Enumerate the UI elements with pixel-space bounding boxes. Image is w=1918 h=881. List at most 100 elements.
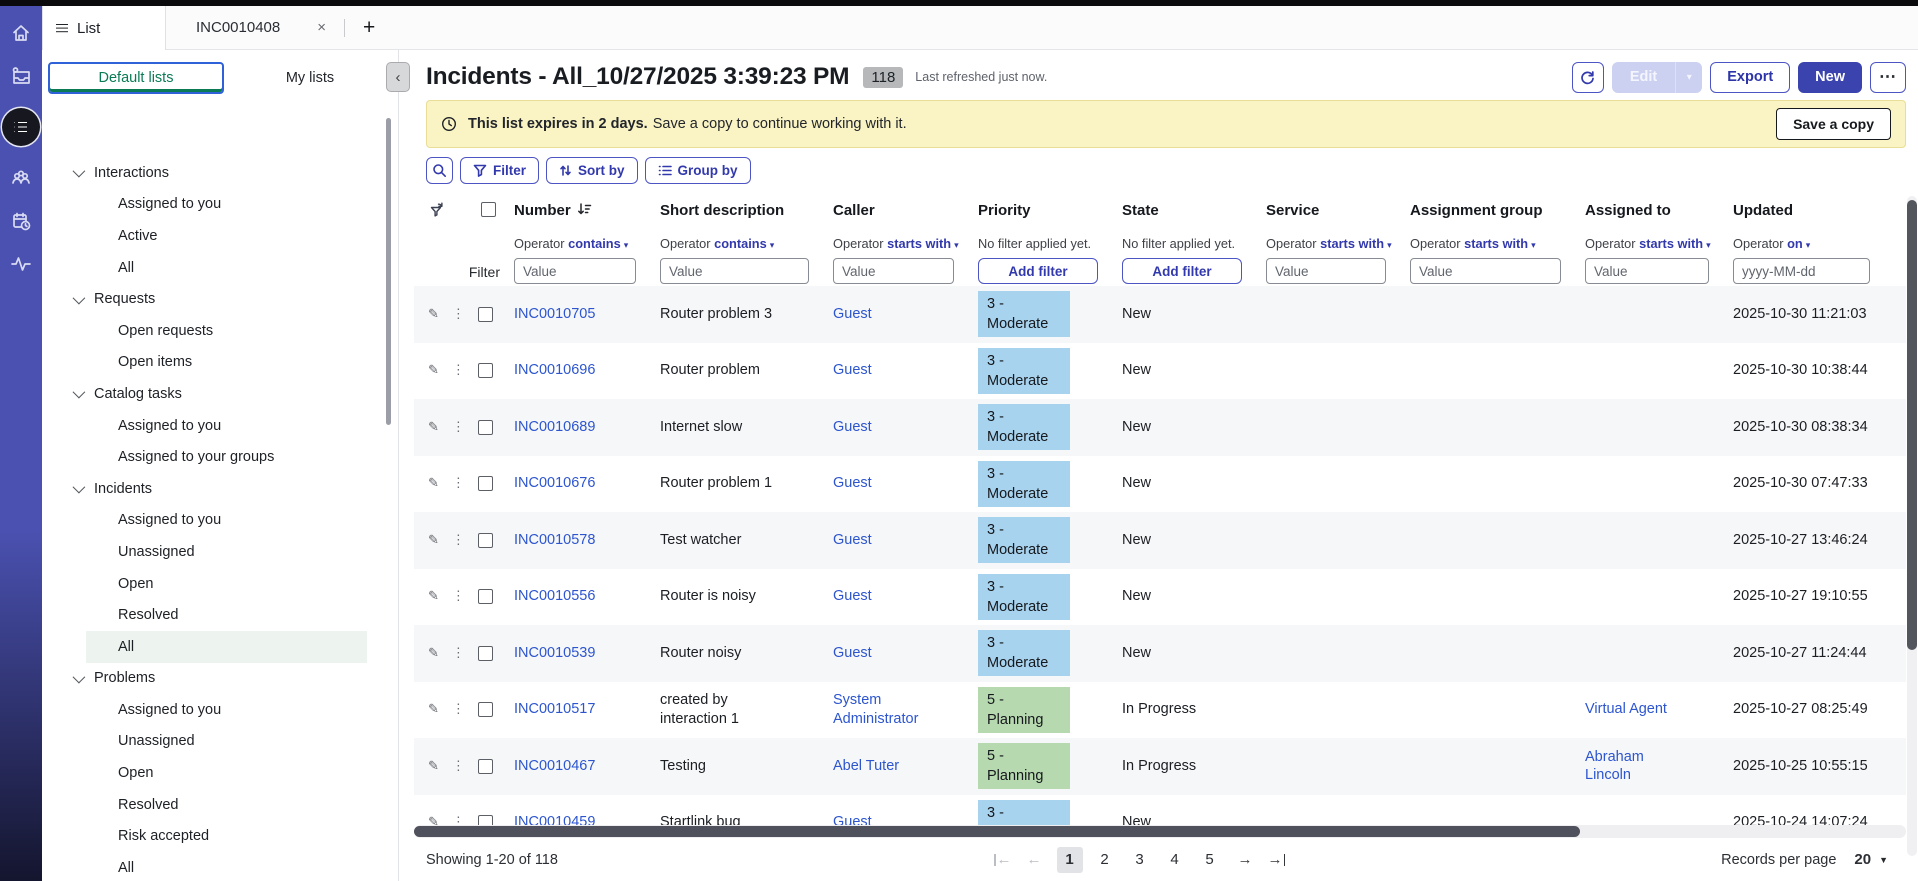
- row-menu-icon[interactable]: ⋮: [452, 362, 465, 379]
- incident-number-link[interactable]: INC0010705: [514, 305, 595, 324]
- last-page-icon[interactable]: →: [1268, 851, 1286, 868]
- operator-value[interactable]: starts with: [1320, 236, 1384, 251]
- incident-number-link[interactable]: INC0010459: [514, 813, 595, 825]
- select-all-checkbox[interactable]: [481, 202, 496, 217]
- edit-row-icon[interactable]: ✎: [428, 701, 439, 718]
- sidebar-tree-row[interactable]: All: [42, 630, 388, 663]
- row-checkbox[interactable]: [477, 363, 493, 379]
- row-checkbox[interactable]: [477, 532, 493, 548]
- assigned-to-link[interactable]: Abraham Lincoln: [1585, 748, 1685, 785]
- list-menu-icon-active[interactable]: [2, 108, 40, 146]
- sidebar-tree-row[interactable]: Interactions: [42, 157, 388, 189]
- sidebar-tree-row[interactable]: Unassigned: [42, 536, 388, 568]
- page-number[interactable]: 4: [1162, 847, 1188, 873]
- home-icon[interactable]: [10, 22, 32, 44]
- row-menu-icon[interactable]: ⋮: [452, 814, 465, 825]
- operator-value[interactable]: contains: [714, 236, 767, 251]
- row-menu-icon[interactable]: ⋮: [452, 419, 465, 436]
- sidebar-tree-row[interactable]: Incidents: [42, 473, 388, 505]
- row-checkbox[interactable]: [477, 702, 493, 718]
- incident-number-link[interactable]: INC0010689: [514, 418, 595, 437]
- records-per-page-select[interactable]: 20 ▼: [1854, 851, 1888, 868]
- schedule-icon[interactable]: [10, 210, 32, 232]
- service-filter-input[interactable]: [1266, 258, 1386, 284]
- group-by-button[interactable]: Group by: [644, 157, 751, 184]
- horizontal-scrollbar[interactable]: [414, 825, 1906, 838]
- caller-link[interactable]: Guest: [833, 305, 872, 324]
- incident-number-link[interactable]: INC0010517: [514, 700, 595, 719]
- operator-value[interactable]: contains: [568, 236, 621, 251]
- sidebar-tree-row[interactable]: Risk accepted: [42, 820, 388, 852]
- sidebar-tree-row[interactable]: Assigned to you: [42, 505, 388, 537]
- row-menu-icon[interactable]: ⋮: [452, 475, 465, 492]
- page-number[interactable]: 3: [1127, 847, 1153, 873]
- sort-by-button[interactable]: Sort by: [546, 157, 638, 184]
- assigned-to-filter-input[interactable]: [1585, 258, 1709, 284]
- assignment-group-filter-input[interactable]: [1410, 258, 1561, 284]
- operator-value[interactable]: starts with: [1639, 236, 1703, 251]
- next-page-icon[interactable]: →: [1238, 851, 1253, 868]
- updated-filter-input[interactable]: [1733, 258, 1870, 284]
- tab-my-lists[interactable]: My lists: [224, 62, 396, 94]
- edit-row-icon[interactable]: ✎: [428, 306, 439, 323]
- incident-number-link[interactable]: INC0010539: [514, 644, 595, 663]
- sidebar-tree-row[interactable]: Resolved: [42, 599, 388, 631]
- sidebar-tree-row[interactable]: Problems: [42, 663, 388, 695]
- sidebar-tree-row[interactable]: Assigned to your groups: [42, 441, 388, 473]
- vertical-scrollbar[interactable]: [1907, 196, 1917, 856]
- row-checkbox[interactable]: [477, 476, 493, 492]
- caller-link[interactable]: Guest: [833, 813, 872, 825]
- sidebar-tree-row[interactable]: Open items: [42, 347, 388, 379]
- sidebar-tree-row[interactable]: Open requests: [42, 315, 388, 347]
- row-menu-icon[interactable]: ⋮: [452, 645, 465, 662]
- edit-row-icon[interactable]: ✎: [428, 645, 439, 662]
- sidebar-tree-row[interactable]: Assigned to you: [42, 694, 388, 726]
- row-menu-icon[interactable]: ⋮: [452, 588, 465, 605]
- filter-button[interactable]: Filter: [460, 157, 540, 184]
- refresh-button[interactable]: [1571, 61, 1604, 93]
- row-menu-icon[interactable]: ⋮: [452, 532, 465, 549]
- previous-page-icon[interactable]: ←: [1027, 851, 1042, 868]
- edit-row-icon[interactable]: ✎: [428, 532, 439, 549]
- sidebar-tree-row[interactable]: Open: [42, 568, 388, 600]
- caller-link[interactable]: Guest: [833, 644, 872, 663]
- caller-link[interactable]: Guest: [833, 361, 872, 380]
- assigned-to-link[interactable]: Virtual Agent: [1585, 700, 1667, 719]
- incident-number-link[interactable]: INC0010556: [514, 587, 595, 606]
- tab-default-lists[interactable]: Default lists: [48, 62, 224, 94]
- filter-reset-icon[interactable]: [428, 202, 445, 223]
- row-menu-icon[interactable]: ⋮: [452, 758, 465, 775]
- first-page-icon[interactable]: ←: [994, 851, 1012, 868]
- incident-number-link[interactable]: INC0010467: [514, 757, 595, 776]
- sidebar-tree-row[interactable]: Open: [42, 757, 388, 789]
- search-button[interactable]: [426, 157, 453, 184]
- row-menu-icon[interactable]: ⋮: [452, 701, 465, 718]
- more-actions-button[interactable]: ⋯: [1870, 61, 1906, 93]
- edit-button[interactable]: Edit: [1612, 62, 1675, 93]
- edit-row-icon[interactable]: ✎: [428, 362, 439, 379]
- sidebar-scrollbar-thumb[interactable]: [386, 118, 391, 425]
- sidebar-tree-row[interactable]: All: [42, 252, 388, 284]
- number-filter-input[interactable]: [514, 258, 636, 284]
- caller-link[interactable]: Guest: [833, 587, 872, 606]
- export-button[interactable]: Export: [1710, 61, 1791, 93]
- row-checkbox[interactable]: [477, 645, 493, 661]
- operator-value[interactable]: starts with: [1464, 236, 1528, 251]
- caller-filter-input[interactable]: [833, 258, 954, 284]
- row-checkbox[interactable]: [477, 758, 493, 774]
- sidebar-tree-row[interactable]: Assigned to you: [42, 189, 388, 221]
- close-icon[interactable]: ×: [317, 19, 326, 36]
- edit-row-icon[interactable]: ✎: [428, 588, 439, 605]
- new-button[interactable]: New: [1798, 61, 1862, 93]
- incident-number-link[interactable]: INC0010676: [514, 474, 595, 493]
- sidebar-tree-row[interactable]: All: [42, 852, 388, 881]
- caller-link[interactable]: Guest: [833, 531, 872, 550]
- edit-row-icon[interactable]: ✎: [428, 475, 439, 492]
- sidebar-tree-row[interactable]: Active: [42, 220, 388, 252]
- sidebar-tree-row[interactable]: Catalog tasks: [42, 378, 388, 410]
- sidebar-collapse-button[interactable]: ‹: [386, 62, 410, 92]
- operator-value[interactable]: starts with: [887, 236, 951, 251]
- row-checkbox[interactable]: [477, 815, 493, 825]
- incident-number-link[interactable]: INC0010696: [514, 361, 595, 380]
- row-menu-icon[interactable]: ⋮: [452, 306, 465, 323]
